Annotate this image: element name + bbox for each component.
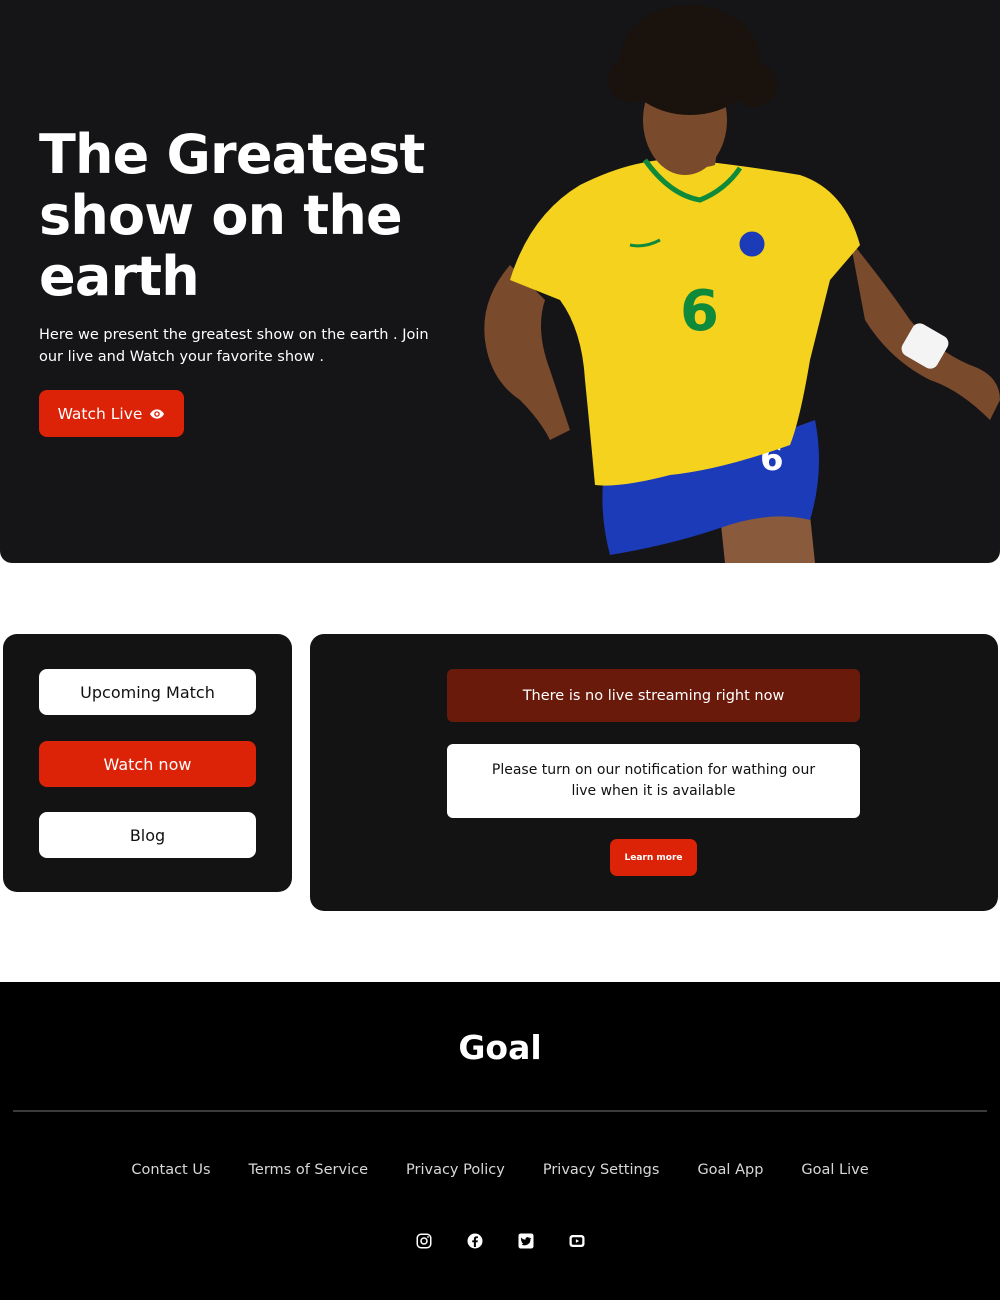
- footer-divider: [13, 1110, 987, 1112]
- learn-more-button[interactable]: Learn more: [610, 839, 697, 876]
- youtube-icon[interactable]: [568, 1232, 586, 1250]
- footer-link-goal-live[interactable]: Goal Live: [801, 1162, 868, 1178]
- watch-now-button[interactable]: Watch now: [39, 741, 256, 787]
- side-menu-panel: Upcoming Match Watch now Blog: [3, 634, 292, 892]
- svg-text:6: 6: [680, 279, 719, 344]
- live-status-panel: There is no live streaming right now Ple…: [310, 634, 998, 911]
- player-image: 6 6: [484, 5, 1000, 563]
- watch-live-button[interactable]: Watch Live: [39, 390, 184, 437]
- social-icons: [0, 1232, 1000, 1250]
- footer-links: Contact Us Terms of Service Privacy Poli…: [0, 1162, 1000, 1178]
- footer-link-privacy-settings[interactable]: Privacy Settings: [543, 1162, 660, 1178]
- footer-link-goal-app[interactable]: Goal App: [697, 1162, 763, 1178]
- watch-live-label: Watch Live: [57, 404, 143, 423]
- footer-link-contact-us[interactable]: Contact Us: [131, 1162, 210, 1178]
- footer-link-terms-of-service[interactable]: Terms of Service: [249, 1162, 368, 1178]
- hero-section: The Greatest show on the earth Here we p…: [0, 0, 1000, 563]
- upcoming-match-button[interactable]: Upcoming Match: [39, 669, 256, 715]
- blog-button[interactable]: Blog: [39, 812, 256, 858]
- eye-icon: [149, 406, 165, 422]
- hero-title: The Greatest show on the earth: [39, 123, 425, 308]
- footer: Goal Contact Us Terms of Service Privacy…: [0, 982, 1000, 1300]
- twitter-icon[interactable]: [517, 1232, 535, 1250]
- facebook-icon[interactable]: [466, 1232, 484, 1250]
- no-live-alert: There is no live streaming right now: [447, 669, 860, 722]
- notification-message: Please turn on our notification for wath…: [447, 744, 860, 818]
- instagram-icon[interactable]: [415, 1232, 433, 1250]
- footer-link-privacy-policy[interactable]: Privacy Policy: [406, 1162, 505, 1178]
- hero-description: Here we present the greatest show on the…: [39, 327, 429, 365]
- footer-logo[interactable]: Goal: [0, 1028, 1000, 1067]
